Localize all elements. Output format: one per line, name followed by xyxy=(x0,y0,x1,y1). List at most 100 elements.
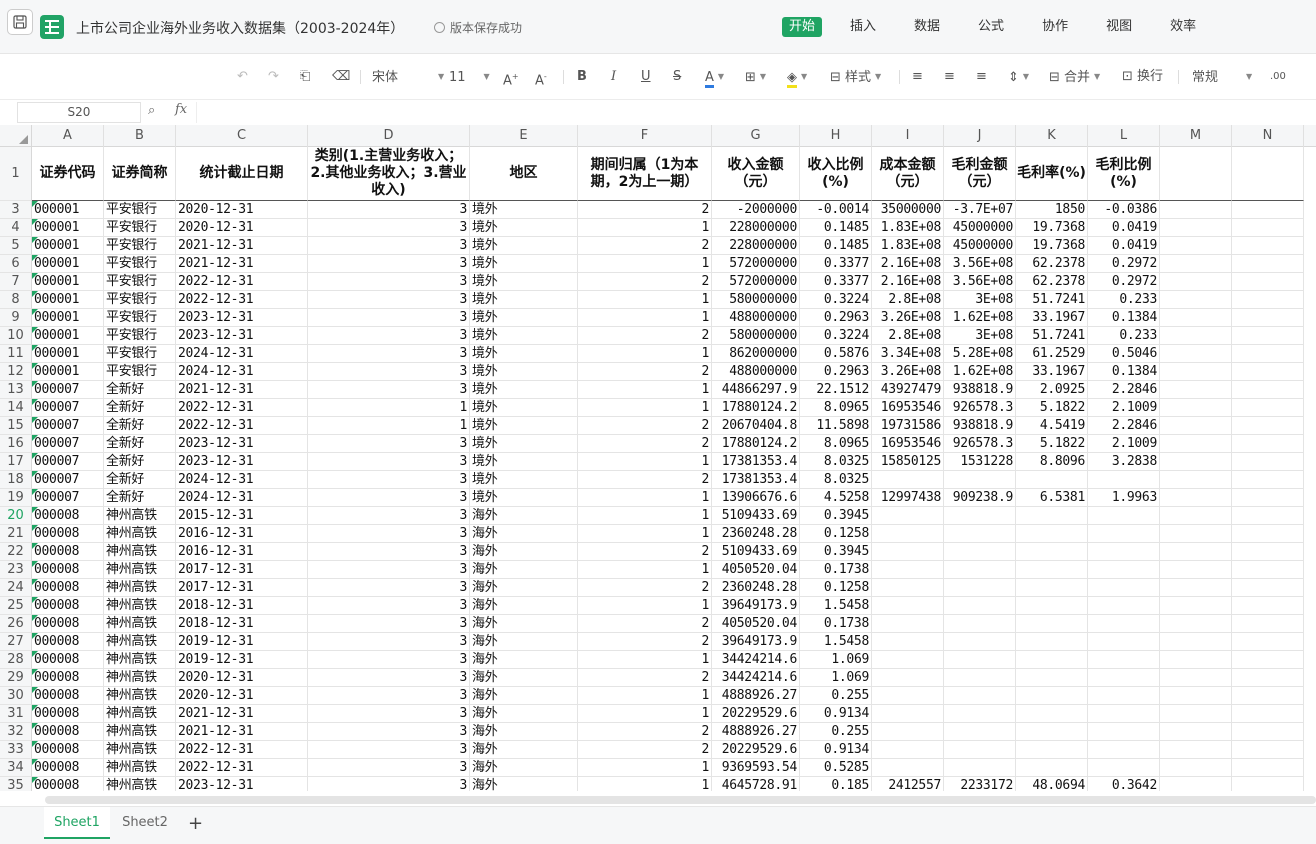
table-cell[interactable]: 1 xyxy=(578,345,712,363)
table-cell[interactable]: 43927479 xyxy=(872,381,944,399)
table-cell[interactable]: 33.1967 xyxy=(1016,363,1088,381)
table-cell[interactable] xyxy=(944,723,1016,741)
table-cell[interactable]: 2 xyxy=(578,633,712,651)
row-header[interactable]: 13 xyxy=(0,381,32,399)
table-cell[interactable]: 8.0325 xyxy=(800,453,872,471)
table-cell[interactable] xyxy=(1088,651,1160,669)
table-cell[interactable]: 2 xyxy=(578,471,712,489)
table-cell[interactable]: 17880124.2 xyxy=(712,399,800,417)
table-cell[interactable]: 1 xyxy=(578,651,712,669)
table-cell[interactable] xyxy=(944,471,1016,489)
table-cell[interactable]: 1.62E+08 xyxy=(944,363,1016,381)
table-cell[interactable] xyxy=(1232,687,1304,705)
column-header[interactable]: K xyxy=(1016,125,1088,147)
table-cell[interactable] xyxy=(1088,579,1160,597)
column-header[interactable]: M xyxy=(1160,125,1232,147)
table-cell[interactable]: 8.0965 xyxy=(800,435,872,453)
table-cell[interactable]: 1.62E+08 xyxy=(944,309,1016,327)
table-cell[interactable]: -3.7E+07 xyxy=(944,201,1016,219)
table-cell[interactable] xyxy=(872,471,944,489)
menu-item[interactable]: 协作 xyxy=(1035,17,1075,37)
table-cell[interactable] xyxy=(1016,561,1088,579)
table-cell[interactable]: 2.2846 xyxy=(1088,417,1160,435)
table-cell[interactable]: 8.8096 xyxy=(1016,453,1088,471)
column-header[interactable]: F xyxy=(578,125,712,147)
header-cell[interactable]: 类别(1.主营业务收入；2.其他业务收入；3.营业收入) xyxy=(308,147,470,201)
table-cell[interactable]: 000001 xyxy=(32,201,104,219)
table-cell[interactable]: 2022-12-31 xyxy=(176,273,308,291)
table-cell[interactable]: 境外 xyxy=(470,363,578,381)
table-cell[interactable]: 海外 xyxy=(470,525,578,543)
table-cell[interactable] xyxy=(1232,435,1304,453)
table-cell[interactable]: 3 xyxy=(308,597,470,615)
font-color-icon[interactable]: A ▼ xyxy=(705,68,724,88)
table-cell[interactable] xyxy=(872,723,944,741)
table-cell[interactable]: 0.2963 xyxy=(800,363,872,381)
table-cell[interactable]: 平安银行 xyxy=(104,219,176,237)
table-cell[interactable] xyxy=(1232,363,1304,381)
table-cell[interactable]: 海外 xyxy=(470,651,578,669)
table-cell[interactable]: 000008 xyxy=(32,687,104,705)
table-cell[interactable]: 3.2838 xyxy=(1088,453,1160,471)
table-cell[interactable]: 2 xyxy=(578,615,712,633)
row-header[interactable]: 8 xyxy=(0,291,32,309)
table-cell[interactable]: 海外 xyxy=(470,759,578,777)
table-cell[interactable]: 平安银行 xyxy=(104,345,176,363)
row-header[interactable]: 34 xyxy=(0,759,32,777)
table-cell[interactable]: 海外 xyxy=(470,741,578,759)
row-header[interactable]: 12 xyxy=(0,363,32,381)
table-cell[interactable]: 000008 xyxy=(32,705,104,723)
table-cell[interactable]: 0.1485 xyxy=(800,219,872,237)
table-cell[interactable]: 神州高铁 xyxy=(104,651,176,669)
table-cell[interactable]: 8.0325 xyxy=(800,471,872,489)
table-cell[interactable] xyxy=(1160,201,1232,219)
table-cell[interactable]: 2 xyxy=(578,417,712,435)
table-cell[interactable]: 19.7368 xyxy=(1016,237,1088,255)
table-cell[interactable] xyxy=(1160,237,1232,255)
table-cell[interactable] xyxy=(1016,543,1088,561)
table-cell[interactable] xyxy=(1160,219,1232,237)
table-cell[interactable]: 16953546 xyxy=(872,399,944,417)
table-cell[interactable]: 22.1512 xyxy=(800,381,872,399)
table-cell[interactable] xyxy=(1088,543,1160,561)
row-header[interactable]: 4 xyxy=(0,219,32,237)
row-header[interactable]: 19 xyxy=(0,489,32,507)
table-cell[interactable]: 3 xyxy=(308,237,470,255)
table-cell[interactable]: 0.5285 xyxy=(800,759,872,777)
table-cell[interactable] xyxy=(1232,759,1304,777)
table-cell[interactable]: 1.5458 xyxy=(800,633,872,651)
header-cell[interactable] xyxy=(1232,147,1304,201)
cell-style-button[interactable]: ⊟ 样式 ▼ xyxy=(830,68,881,86)
table-cell[interactable]: 0.185 xyxy=(800,777,872,791)
table-cell[interactable]: 0.2963 xyxy=(800,309,872,327)
table-cell[interactable]: 0.1384 xyxy=(1088,309,1160,327)
table-cell[interactable]: 000001 xyxy=(32,219,104,237)
fx-icon[interactable]: fx xyxy=(175,102,187,117)
table-cell[interactable]: 938818.9 xyxy=(944,417,1016,435)
table-cell[interactable]: 0.2972 xyxy=(1088,273,1160,291)
decimal-icon[interactable]: .00 xyxy=(1270,68,1286,86)
align-left-icon[interactable]: ≡ xyxy=(912,68,923,86)
table-cell[interactable]: 926578.3 xyxy=(944,435,1016,453)
table-cell[interactable] xyxy=(872,633,944,651)
table-cell[interactable]: 3 xyxy=(308,723,470,741)
table-cell[interactable]: 3 xyxy=(308,777,470,791)
table-cell[interactable]: 全新好 xyxy=(104,417,176,435)
menu-item[interactable]: 数据 xyxy=(907,17,947,37)
table-cell[interactable]: 1 xyxy=(578,759,712,777)
vertical-align-icon[interactable]: ⇕ ▼ xyxy=(1008,68,1029,86)
document-title[interactable]: 上市公司企业海外业务收入数据集（2003-2024年） xyxy=(76,18,404,38)
table-cell[interactable] xyxy=(1232,471,1304,489)
table-cell[interactable]: 2023-12-31 xyxy=(176,309,308,327)
table-cell[interactable]: 境外 xyxy=(470,291,578,309)
table-cell[interactable]: 境外 xyxy=(470,237,578,255)
header-cell[interactable]: 收入比例(%) xyxy=(800,147,872,201)
table-cell[interactable]: 1.5458 xyxy=(800,597,872,615)
table-cell[interactable] xyxy=(1232,561,1304,579)
table-cell[interactable]: 0.5876 xyxy=(800,345,872,363)
table-cell[interactable] xyxy=(1088,741,1160,759)
table-cell[interactable]: 19.7368 xyxy=(1016,219,1088,237)
table-cell[interactable]: 境外 xyxy=(470,255,578,273)
table-cell[interactable]: 神州高铁 xyxy=(104,615,176,633)
row-header[interactable]: 14 xyxy=(0,399,32,417)
